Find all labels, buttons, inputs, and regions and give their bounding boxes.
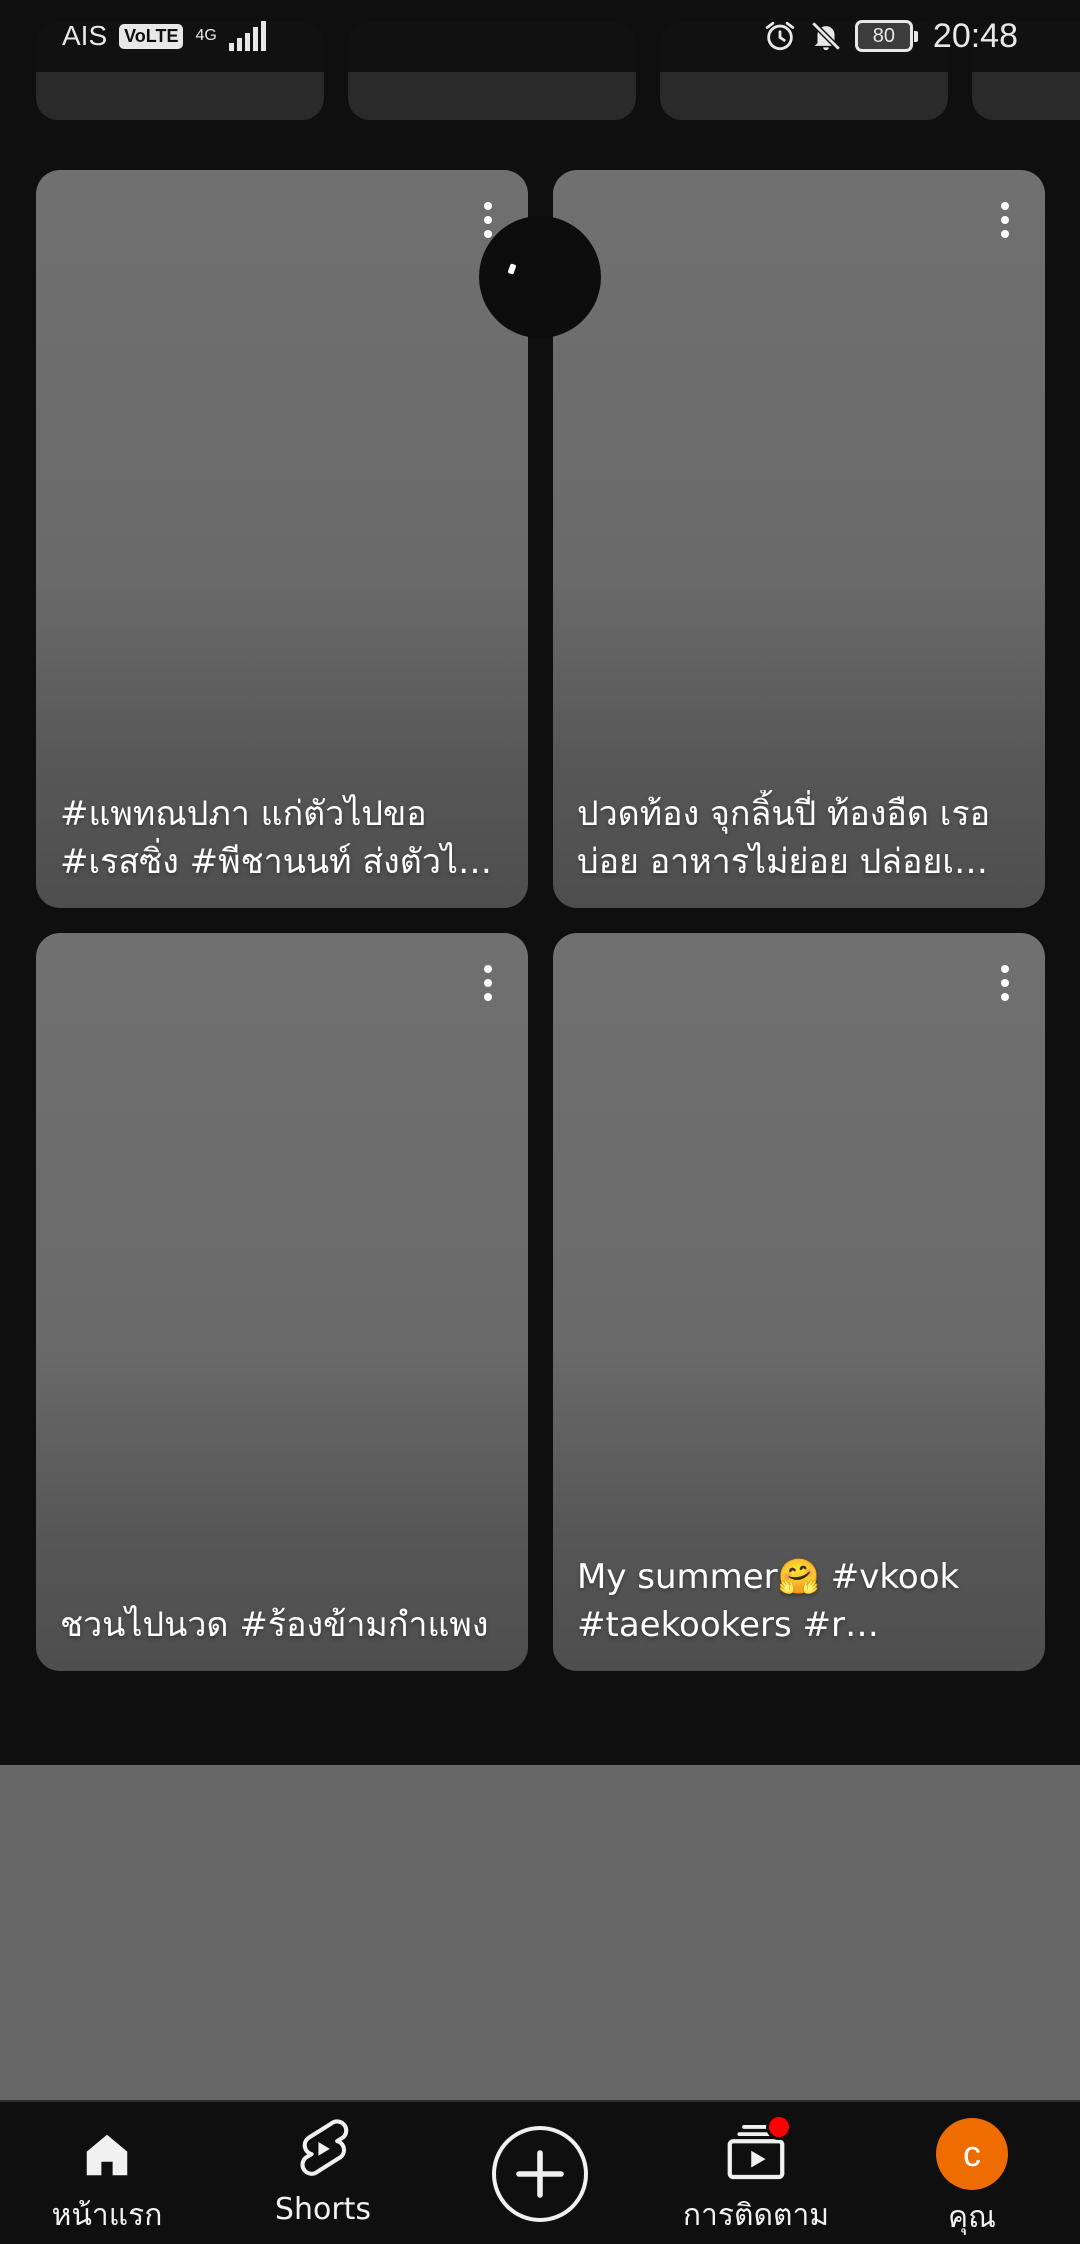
nav-home-label: หน้าแรก <box>51 2198 163 2233</box>
shorts-card[interactable]: My summer🤗 #vkook #taekookers #r… <box>553 933 1045 1671</box>
nav-subscriptions[interactable]: การติดตาม <box>656 2102 856 2244</box>
shorts-title: ชวนไปนวด #ร้องข้ามกำแพง <box>60 1605 489 1645</box>
bell-off-icon <box>811 21 841 51</box>
loading-placeholder <box>0 1765 1080 2100</box>
status-bar-right: 80 20:48 <box>763 17 1018 56</box>
avatar: c <box>936 2118 1008 2190</box>
nav-subscriptions-label: การติดตาม <box>682 2198 830 2233</box>
more-options-icon[interactable] <box>478 963 498 1003</box>
more-options-icon[interactable] <box>995 963 1015 1003</box>
status-bar-left: AIS VoLTE 4G <box>62 20 266 52</box>
more-options-icon[interactable] <box>995 200 1015 240</box>
volte-badge: VoLTE <box>119 23 184 49</box>
shorts-title: ปวดท้อง จุกลิ้นปี่ ท้องอืด เรอบ่อย อาหาร… <box>577 794 991 882</box>
shorts-title: #แพทณปภา แก่ตัวไปขอ #เรสซิ่ง #พีชานนท์ ส… <box>60 794 493 882</box>
shorts-card[interactable]: ชวนไปนวด #ร้องข้ามกำแพง <box>36 933 528 1671</box>
home-icon <box>86 2134 128 2176</box>
alarm-icon <box>765 21 795 51</box>
clock: 20:48 <box>932 16 1018 55</box>
create-button[interactable] <box>492 2126 588 2222</box>
shorts-card[interactable]: ปวดท้อง จุกลิ้นปี่ ท้องอืด เรอบ่อย อาหาร… <box>553 170 1045 908</box>
shorts-card[interactable]: #แพทณปภา แก่ตัวไปขอ #เรสซิ่ง #พีชานนท์ ส… <box>36 170 528 908</box>
loading-spinner-icon <box>479 216 601 338</box>
nav-you-label: คุณ <box>948 2200 996 2235</box>
network-type-label: 4G <box>195 27 217 44</box>
nav-home[interactable]: หน้าแรก <box>7 2102 207 2244</box>
nav-you[interactable]: c คุณ <box>872 2102 1072 2244</box>
plus-icon <box>516 2150 564 2198</box>
carrier-label: AIS <box>62 20 108 51</box>
battery-level: 80 <box>872 24 896 47</box>
status-bar: AIS VoLTE 4G 80 20:48 <box>0 0 1080 72</box>
shorts-title: My summer🤗 #vkook #taekookers #r… <box>577 1557 960 1645</box>
nav-shorts[interactable]: Shorts <box>223 2102 423 2244</box>
battery-icon: 80 <box>854 20 918 52</box>
notification-badge <box>766 2114 792 2140</box>
nav-shorts-label: Shorts <box>274 2192 372 2227</box>
shorts-icon <box>300 2119 349 2176</box>
signal-icon <box>228 21 266 51</box>
